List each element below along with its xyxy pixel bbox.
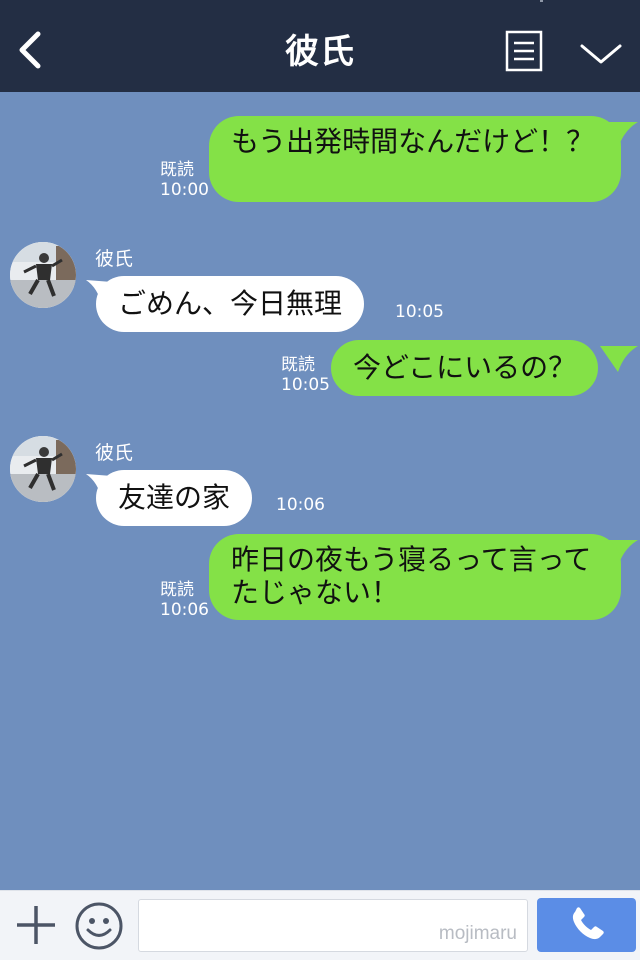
- emoji-icon: [75, 902, 123, 950]
- bubble-tail: [600, 346, 638, 372]
- phone-icon: [572, 907, 604, 940]
- avatar-photo: [10, 242, 76, 308]
- message-time: 10:05: [281, 375, 330, 395]
- menu-button[interactable]: [505, 30, 543, 72]
- chevron-down-icon: [580, 44, 622, 64]
- message-time: 10:00: [160, 180, 209, 200]
- chat-title: 彼氏: [285, 32, 355, 72]
- message-time: 10:06: [276, 495, 325, 515]
- message-bubble[interactable]: 今どこにいるの？: [331, 340, 599, 396]
- chat-header: 彼氏: [0, 0, 640, 92]
- add-button[interactable]: [14, 903, 58, 947]
- avatar[interactable]: [10, 436, 76, 502]
- message-bubble[interactable]: 昨日の夜もう寝るって言ってたじゃない！: [209, 534, 621, 620]
- call-button[interactable]: [537, 898, 636, 952]
- sender-name: 彼氏: [95, 442, 134, 464]
- message-input[interactable]: mojimaru: [138, 899, 528, 952]
- status-tick: [540, 0, 543, 2]
- read-receipt: 既読: [160, 160, 194, 180]
- message-bubble[interactable]: 友達の家: [96, 470, 253, 526]
- message-bubble[interactable]: ごめん、今日無理: [96, 276, 365, 332]
- menu-list-icon: [505, 30, 543, 72]
- input-bar: mojimaru: [0, 890, 640, 960]
- sender-name: 彼氏: [95, 248, 134, 270]
- read-receipt: 既読: [281, 355, 315, 375]
- watermark-label: mojimaru: [438, 923, 517, 944]
- message-bubble[interactable]: もう出発時間なんだけど！？: [209, 116, 621, 202]
- avatar-photo: [10, 436, 76, 502]
- emoji-button[interactable]: [74, 901, 124, 951]
- message-list[interactable]: 既読 10:00 もう出発時間なんだけど！？ 彼氏 ごめん、今日無理 10:05…: [0, 92, 640, 890]
- avatar[interactable]: [10, 242, 76, 308]
- plus-icon: [17, 906, 55, 944]
- message-time: 10:05: [395, 302, 444, 322]
- read-receipt: 既読: [160, 580, 194, 600]
- message-time: 10:06: [160, 600, 209, 620]
- collapse-button[interactable]: [578, 40, 624, 68]
